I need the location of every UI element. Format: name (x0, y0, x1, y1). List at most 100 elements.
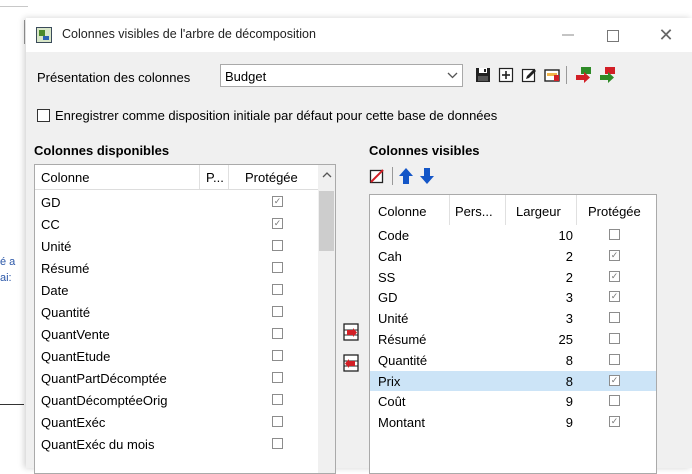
column-width[interactable]: 8 (517, 353, 573, 368)
table-row[interactable]: Unité 3 (370, 308, 656, 329)
protected-checkbox[interactable] (272, 328, 283, 339)
column-width[interactable]: 2 (517, 249, 573, 264)
column-name: Unité (378, 311, 409, 327)
vertical-scrollbar[interactable] (318, 165, 335, 473)
table-row[interactable]: Cah 2 ✓ (370, 246, 656, 267)
close-icon: ✕ (658, 25, 674, 45)
list-item[interactable]: QuantExéc du mois (35, 433, 317, 455)
table-row[interactable]: Code 10 (370, 225, 656, 246)
chevron-down-icon (447, 67, 458, 86)
clear-selection-icon[interactable] (369, 168, 385, 187)
table-row[interactable]: Quantité 8 (370, 350, 656, 371)
column-header[interactable]: Protégée (588, 204, 641, 219)
clear-icon[interactable] (543, 66, 561, 84)
list-item[interactable]: QuantEtude (35, 345, 317, 367)
import-icon[interactable] (598, 66, 616, 84)
list-item[interactable]: QuantExéc (35, 411, 317, 433)
list-item[interactable]: QuantPartDécomptée (35, 367, 317, 389)
table-row[interactable]: SS 2 ✓ (370, 267, 656, 288)
column-name: Montant (378, 415, 425, 431)
column-header[interactable]: Pers... (455, 204, 493, 219)
protected-checkbox[interactable]: ✓ (609, 374, 620, 386)
move-down-icon[interactable] (419, 167, 435, 188)
protected-checkbox[interactable] (609, 395, 620, 407)
protected-checkbox[interactable] (272, 372, 283, 383)
protected-checkbox[interactable]: ✓ (272, 218, 283, 229)
protected-checkbox[interactable] (272, 350, 283, 361)
list-item[interactable]: QuantVente (35, 323, 317, 345)
column-width[interactable]: 3 (517, 290, 573, 305)
move-up-icon[interactable] (398, 167, 414, 188)
table-row[interactable]: GD 3 ✓ (370, 287, 656, 308)
list-item[interactable]: Date (35, 279, 317, 301)
list-item[interactable]: QuantDécomptéeOrig (35, 389, 317, 411)
column-name: Résumé (41, 261, 90, 276)
column-width[interactable]: 2 (517, 270, 573, 285)
move-right-button[interactable] (343, 323, 359, 341)
protected-checkbox[interactable] (272, 306, 283, 317)
protected-checkbox[interactable] (609, 353, 620, 365)
protected-checkbox[interactable]: ✓ (272, 196, 283, 207)
column-width[interactable]: 9 (517, 415, 573, 430)
protected-checkbox[interactable]: ✓ (609, 270, 620, 282)
list-item[interactable]: Unité (35, 235, 317, 257)
column-width[interactable]: 8 (517, 374, 573, 389)
move-right-icon (343, 323, 359, 341)
column-width[interactable]: 3 (517, 311, 573, 326)
column-name: Quantité (378, 352, 428, 368)
table-row[interactable]: Montant 9 ✓ (370, 412, 656, 433)
visible-columns-toolbar (369, 164, 649, 188)
save-icon[interactable] (474, 66, 492, 84)
protected-checkbox[interactable] (272, 416, 283, 427)
protected-checkbox[interactable] (272, 262, 283, 273)
header-divider (228, 165, 229, 189)
column-header[interactable]: Colonne (41, 170, 89, 185)
protected-checkbox[interactable] (272, 394, 283, 405)
list-item[interactable]: Quantité (35, 301, 317, 323)
list-item[interactable]: GD ✓ (35, 191, 317, 213)
header-divider (505, 195, 506, 225)
column-width[interactable]: 9 (517, 394, 573, 409)
presentation-select[interactable]: Budget (220, 64, 463, 87)
background-text: ai: (0, 272, 12, 284)
visible-columns-grid: Colonne Pers... Largeur Protégée Code 10 C… (369, 194, 657, 474)
maximize-button[interactable] (601, 23, 625, 47)
close-button[interactable]: ✕ (654, 23, 678, 47)
list-item[interactable]: CC ✓ (35, 213, 317, 235)
default-layout-label: Enregistrer comme disposition initiale p… (55, 108, 498, 123)
protected-checkbox[interactable] (272, 284, 283, 295)
column-width[interactable]: 10 (517, 228, 573, 243)
column-header[interactable]: P... (206, 170, 224, 185)
edit-icon[interactable] (520, 66, 538, 84)
minimize-icon (562, 34, 574, 36)
protected-checkbox[interactable]: ✓ (609, 249, 620, 261)
protected-checkbox[interactable] (272, 240, 283, 251)
dialog-titlebar: Colonnes visibles de l'arbre de décompos… (26, 18, 692, 52)
list-item[interactable]: Résumé (35, 257, 317, 279)
table-row[interactable]: Prix 8 ✓ (370, 370, 656, 392)
protected-checkbox[interactable] (609, 312, 620, 324)
table-row[interactable]: Coût 9 (370, 391, 656, 412)
minimize-button[interactable] (556, 23, 580, 47)
column-name: QuantExéc du mois (41, 437, 155, 452)
export-icon[interactable] (574, 66, 592, 84)
add-icon[interactable] (497, 66, 515, 84)
toolbar-separator (566, 66, 567, 84)
protected-checkbox[interactable]: ✓ (609, 291, 620, 303)
protected-checkbox[interactable] (272, 438, 283, 449)
protected-checkbox[interactable] (609, 332, 620, 344)
table-row[interactable]: Résumé 25 (370, 329, 656, 350)
column-header[interactable]: Protégée (245, 170, 298, 185)
scroll-up-icon[interactable] (318, 165, 335, 189)
column-name: Cah (378, 248, 402, 264)
default-layout-checkbox[interactable] (37, 109, 50, 122)
available-columns-grid: Colonne P... Protégée GD ✓ CC ✓ Unité Résumé D… (34, 164, 336, 474)
column-width[interactable]: 25 (517, 332, 573, 347)
move-left-button[interactable] (343, 354, 359, 372)
scrollbar-thumb[interactable] (319, 191, 334, 251)
column-header[interactable]: Colonne (378, 204, 426, 219)
protected-checkbox[interactable] (609, 229, 620, 240)
presentation-label: Présentation des colonnes (37, 70, 191, 85)
column-header[interactable]: Largeur (516, 204, 561, 219)
protected-checkbox[interactable]: ✓ (609, 416, 620, 428)
